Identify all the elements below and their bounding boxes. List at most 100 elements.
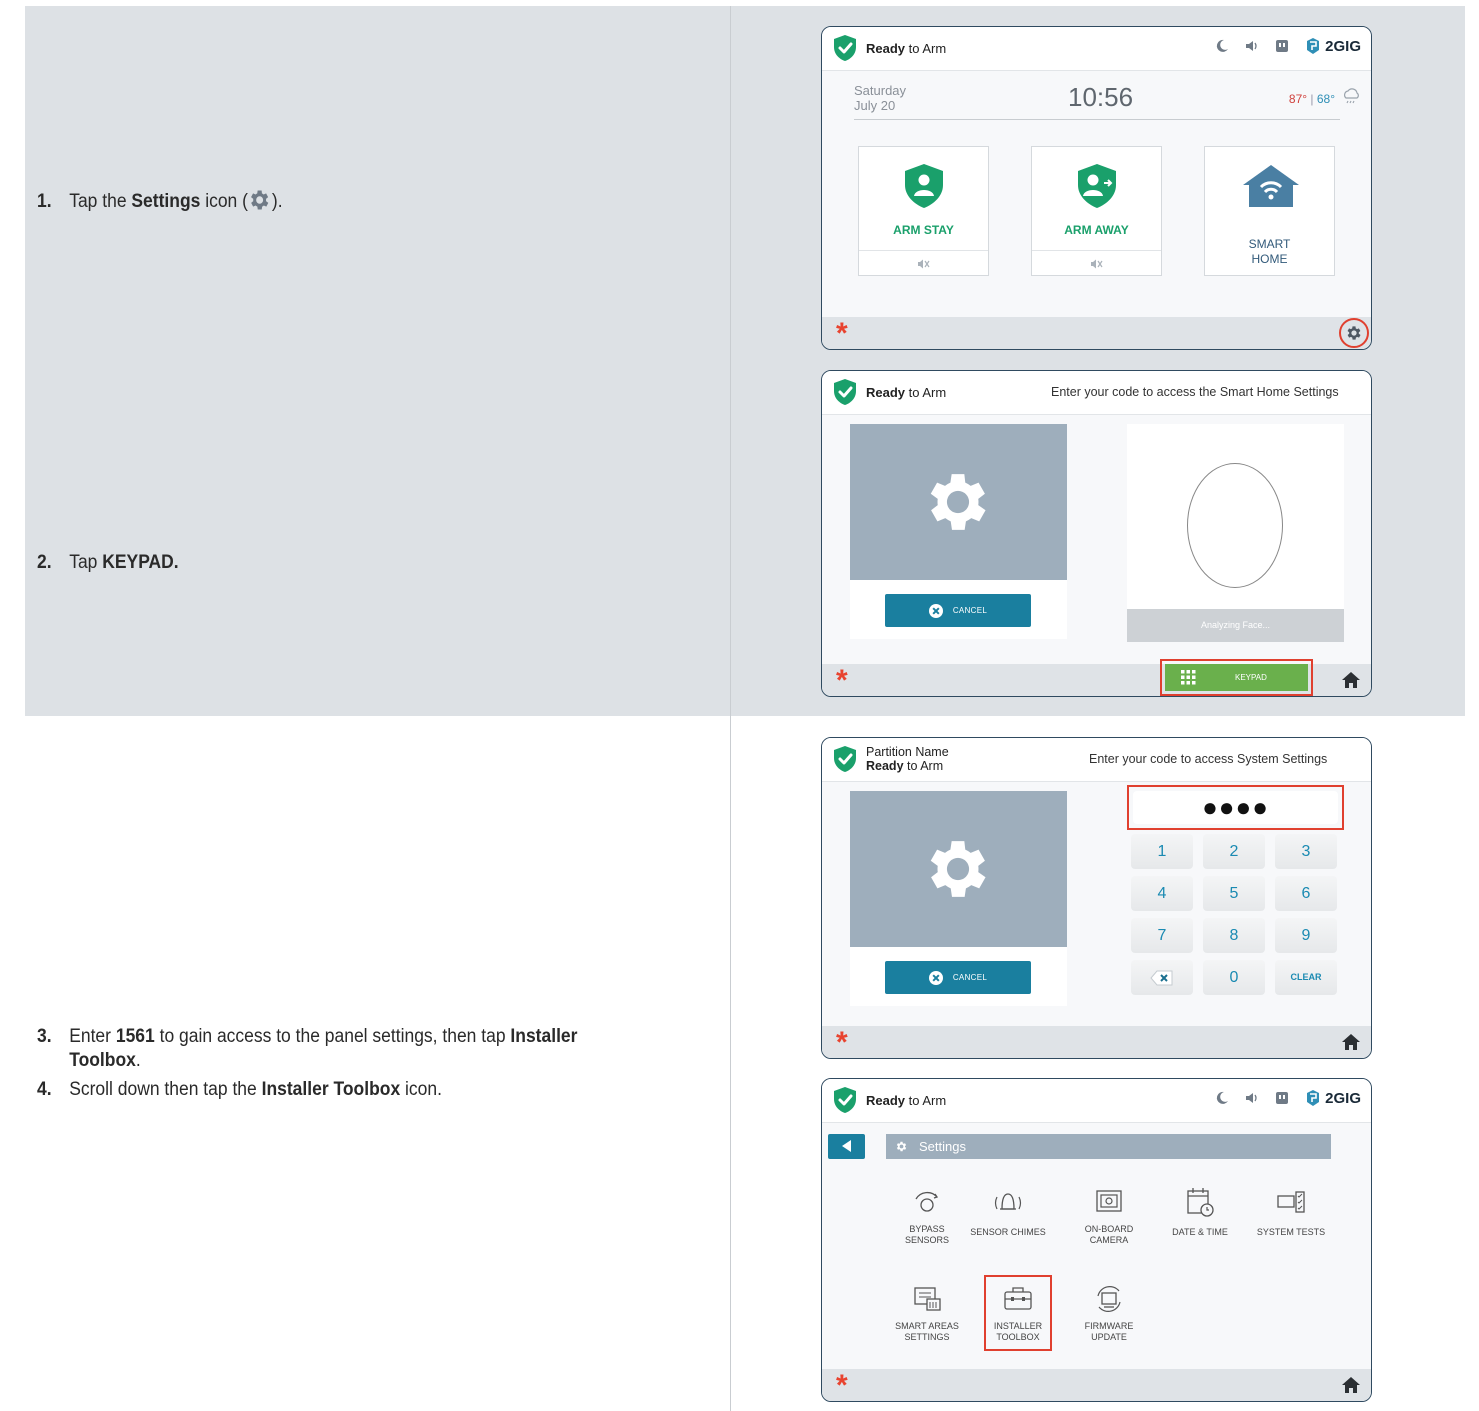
weather-temps: 87° | 68° bbox=[1288, 92, 1335, 106]
on-board-camera-item[interactable]: ON-BOARD CAMERA bbox=[1064, 1185, 1154, 1246]
firmware-update-item[interactable]: FIRMWARE UPDATE bbox=[1064, 1282, 1154, 1343]
firmware-update-icon bbox=[1097, 1286, 1121, 1312]
key-3[interactable]: 3 bbox=[1275, 834, 1337, 869]
emergency-asterisk-icon[interactable]: * bbox=[836, 665, 848, 697]
step-1: 1. Tap the Settings icon (). bbox=[37, 187, 283, 214]
smart-areas-settings-item[interactable]: SMART AREAS SETTINGS bbox=[882, 1282, 972, 1343]
close-icon bbox=[928, 970, 943, 985]
power-icon bbox=[1274, 1090, 1290, 1106]
arm-stay-shield-icon bbox=[905, 164, 943, 208]
gear-icon bbox=[920, 464, 996, 540]
step-2: 2. Tap KEYPAD. bbox=[37, 552, 179, 573]
status-bar: Ready to Arm 2GIG bbox=[822, 1079, 1371, 1123]
footer-bar: * bbox=[822, 1369, 1371, 1401]
home-icon[interactable] bbox=[1341, 1376, 1361, 1394]
ready-shield-icon bbox=[832, 745, 858, 773]
backspace-key[interactable] bbox=[1131, 960, 1193, 995]
home-icon[interactable] bbox=[1341, 1033, 1361, 1051]
backspace-icon bbox=[1150, 970, 1173, 986]
smart-home-house-icon bbox=[1243, 165, 1299, 207]
settings-gear-icon bbox=[248, 187, 272, 213]
key-7[interactable]: 7 bbox=[1131, 918, 1193, 953]
speaker-icon bbox=[1244, 1090, 1260, 1106]
footer-bar: * bbox=[822, 317, 1371, 349]
mute-icon bbox=[917, 258, 931, 270]
arm-status: Ready to Arm bbox=[866, 41, 947, 56]
clock: 10:56 bbox=[1068, 82, 1134, 112]
gear-icon bbox=[1345, 324, 1363, 342]
clear-key[interactable]: CLEAR bbox=[1275, 960, 1337, 995]
footer-bar: * bbox=[822, 1026, 1371, 1058]
code-highlight: ●●●● bbox=[1127, 785, 1344, 830]
gear-icon bbox=[920, 831, 996, 907]
arm-stay-tile[interactable]: ARM STAY bbox=[858, 146, 989, 276]
key-4[interactable]: 4 bbox=[1131, 876, 1193, 911]
settings-button[interactable] bbox=[1339, 318, 1369, 348]
keypad-button[interactable]: KEYPAD bbox=[1165, 664, 1308, 691]
system-tests-item[interactable]: SYSTEM TESTS bbox=[1246, 1185, 1336, 1238]
cancel-button[interactable]: CANCEL bbox=[885, 961, 1031, 994]
gear-icon bbox=[895, 1140, 908, 1153]
settings-gear-card: CANCEL bbox=[850, 424, 1067, 639]
arm-stay-mute[interactable] bbox=[859, 250, 988, 277]
emergency-asterisk-icon[interactable]: * bbox=[836, 1370, 848, 1402]
face-scan-card: Analyzing Face... bbox=[1127, 424, 1344, 642]
power-icon bbox=[1274, 38, 1290, 54]
step-4: 4. Scroll down then tap the Installer Too… bbox=[37, 1079, 442, 1100]
panel-title: Enter your code to access the Smart Home… bbox=[1051, 385, 1339, 399]
arm-status: Ready to Arm bbox=[866, 385, 947, 400]
sensor-chimes-icon bbox=[994, 1193, 1022, 1210]
keypad-highlight: KEYPAD bbox=[1160, 659, 1313, 696]
brand-mark-icon bbox=[1307, 1090, 1320, 1106]
key-1[interactable]: 1 bbox=[1131, 834, 1193, 869]
key-2[interactable]: 2 bbox=[1203, 834, 1265, 869]
emergency-asterisk-icon[interactable]: * bbox=[836, 318, 848, 350]
date-display: Saturday July 20 bbox=[854, 83, 907, 113]
settings-panel: Ready to Arm 2GIG Settings BYPASS SENSORS… bbox=[821, 1078, 1372, 1402]
panel-title: Enter your code to access System Setting… bbox=[1089, 752, 1328, 766]
sensor-chimes-item[interactable]: SENSOR CHIMES bbox=[963, 1185, 1053, 1238]
key-5[interactable]: 5 bbox=[1203, 876, 1265, 911]
mute-icon bbox=[1090, 258, 1104, 270]
arm-status: Ready to Arm bbox=[866, 1093, 947, 1108]
analyzing-status: Analyzing Face... bbox=[1127, 609, 1344, 642]
home-screen-panel: Ready to Arm 2GIG Saturday July 20 10:56 … bbox=[821, 26, 1372, 350]
code-input[interactable]: ●●●● bbox=[1133, 791, 1338, 824]
moon-icon bbox=[1214, 1090, 1230, 1106]
ready-shield-icon bbox=[832, 378, 858, 406]
arm-away-mute[interactable] bbox=[1032, 250, 1161, 277]
status-bar: Ready to Arm Enter your code to access t… bbox=[822, 371, 1371, 415]
arm-away-shield-icon bbox=[1078, 164, 1116, 208]
key-8[interactable]: 8 bbox=[1203, 918, 1265, 953]
bypass-sensors-item[interactable]: BYPASS SENSORS bbox=[882, 1185, 972, 1246]
emergency-asterisk-icon[interactable]: * bbox=[836, 1027, 848, 1059]
partition-status: Partition Name Ready to Arm bbox=[866, 745, 949, 773]
date-time-item[interactable]: DATE & TIME bbox=[1155, 1185, 1245, 1238]
key-0[interactable]: 0 bbox=[1203, 960, 1265, 995]
key-6[interactable]: 6 bbox=[1275, 876, 1337, 911]
status-bar: Partition Name Ready to Arm Enter your co… bbox=[822, 738, 1371, 782]
keypad-grid-icon bbox=[1181, 670, 1196, 685]
status-bar: Ready to Arm 2GIG bbox=[822, 27, 1371, 71]
home-icon[interactable] bbox=[1341, 671, 1361, 689]
smart-areas-icon bbox=[914, 1287, 941, 1311]
smart-home-tile[interactable]: SMART HOME bbox=[1204, 146, 1335, 276]
weather-cloud-icon bbox=[1344, 88, 1359, 104]
toolbox-icon bbox=[1004, 1287, 1032, 1310]
back-button[interactable] bbox=[828, 1134, 865, 1159]
step-3: 3. Enter 1561 to gain access to the panel… bbox=[37, 1026, 578, 1071]
moon-icon bbox=[1214, 38, 1230, 54]
status-icons: 2GIG bbox=[1214, 37, 1361, 55]
settings-header: Settings bbox=[886, 1134, 1331, 1159]
brand-logo: 2GIG bbox=[1304, 1089, 1361, 1107]
face-outline bbox=[1187, 463, 1283, 588]
arm-away-tile[interactable]: ARM AWAY bbox=[1031, 146, 1162, 276]
bypass-sensors-icon bbox=[915, 1191, 939, 1212]
brand-logo: 2GIG bbox=[1304, 37, 1361, 55]
settings-gear-card: CANCEL bbox=[850, 791, 1067, 1006]
divider-line bbox=[854, 119, 1340, 120]
brand-mark-icon bbox=[1307, 38, 1320, 54]
installer-toolbox-item[interactable]: INSTALLER TOOLBOX bbox=[973, 1282, 1063, 1343]
cancel-button[interactable]: CANCEL bbox=[885, 594, 1031, 627]
key-9[interactable]: 9 bbox=[1275, 918, 1337, 953]
